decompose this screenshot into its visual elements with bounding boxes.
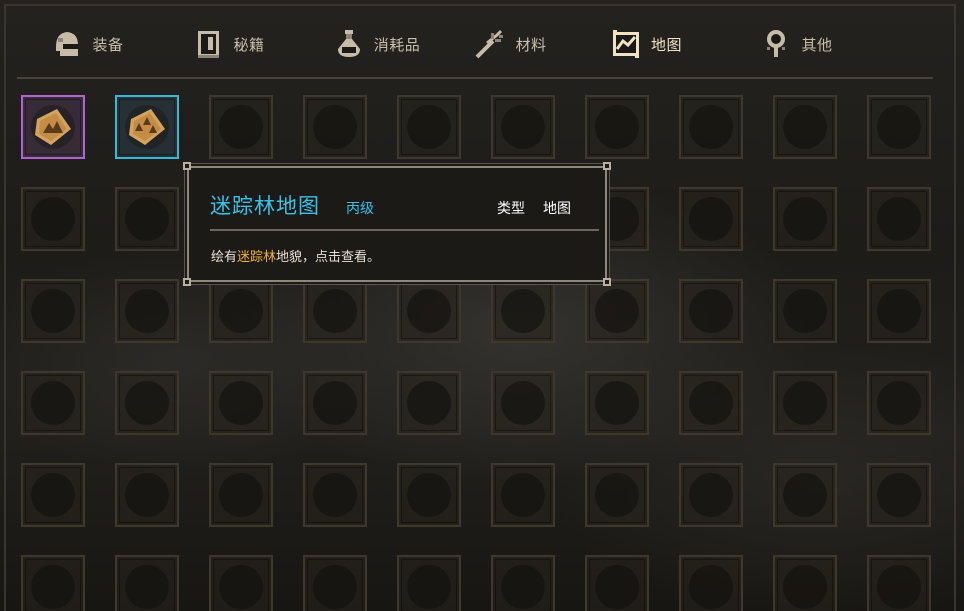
inventory-slot[interactable] xyxy=(115,463,179,527)
inventory-slot[interactable] xyxy=(397,95,461,159)
inventory-slot[interactable] xyxy=(585,371,649,435)
inventory-slot[interactable] xyxy=(585,279,649,343)
inventory-slot[interactable] xyxy=(115,95,179,159)
inventory-slot[interactable] xyxy=(303,279,367,343)
inventory-slot[interactable] xyxy=(491,371,555,435)
inventory-slot[interactable] xyxy=(491,463,555,527)
inventory-slot[interactable] xyxy=(773,555,837,611)
inventory-slot[interactable] xyxy=(867,95,931,159)
inventory-slot[interactable] xyxy=(209,95,273,159)
inventory-slot[interactable] xyxy=(209,555,273,611)
inventory-slot[interactable] xyxy=(209,463,273,527)
inventory-slot[interactable] xyxy=(115,555,179,611)
tab-maps[interactable]: 地图 xyxy=(577,10,714,79)
inventory-slot[interactable] xyxy=(21,555,85,611)
inventory-slot[interactable] xyxy=(21,463,85,527)
tab-manuals[interactable]: 秘籍 xyxy=(180,10,276,78)
description-location: 迷踪林 xyxy=(237,250,277,265)
map-item-mountain-icon xyxy=(35,109,71,145)
tab-other[interactable]: 其他 xyxy=(742,10,850,78)
inventory-slot[interactable] xyxy=(867,463,931,527)
inventory-slot[interactable] xyxy=(585,555,649,611)
inventory-slot[interactable] xyxy=(679,371,743,435)
misc-icon xyxy=(767,30,786,57)
inventory-slot[interactable] xyxy=(679,555,743,611)
inventory-slot[interactable] xyxy=(585,95,649,159)
inventory-slot[interactable] xyxy=(585,463,649,527)
helmet-icon xyxy=(56,32,80,56)
tooltip-corner xyxy=(603,162,611,170)
inventory-slot[interactable] xyxy=(773,95,837,159)
tooltip-corner xyxy=(183,278,191,286)
inventory-slot[interactable] xyxy=(773,187,837,251)
inventory-slot[interactable] xyxy=(397,463,461,527)
description-prefix: 绘有 xyxy=(211,250,238,265)
inventory-slot[interactable] xyxy=(867,371,931,435)
inventory-slot[interactable] xyxy=(21,371,85,435)
inventory-slot[interactable] xyxy=(867,279,931,343)
item-tooltip: 迷踪林地图 丙级 类型 地图 绘有迷踪林地貌，点击查看。 xyxy=(183,162,611,286)
inventory-slot[interactable] xyxy=(491,555,555,611)
tooltip-item-grade: 丙级 xyxy=(346,201,374,217)
tooltip-type-label: 类型 xyxy=(497,201,525,217)
tab-label: 其他 xyxy=(801,35,833,54)
inventory-slot[interactable] xyxy=(491,95,555,159)
tab-label: 材料 xyxy=(515,35,547,54)
inventory-slot[interactable] xyxy=(115,187,179,251)
inventory-slot[interactable] xyxy=(397,555,461,611)
tooltip-corner xyxy=(603,278,611,286)
inventory-slot[interactable] xyxy=(867,187,931,251)
tooltip-corner xyxy=(183,162,191,170)
tooltip-description: 绘有迷踪林地貌，点击查看。 xyxy=(211,246,380,265)
book-icon xyxy=(198,31,220,58)
inventory-slot[interactable] xyxy=(773,371,837,435)
inventory-slot[interactable] xyxy=(773,279,837,343)
description-suffix: 地貌，点击查看。 xyxy=(276,250,381,265)
tab-materials[interactable]: 材料 xyxy=(460,10,560,78)
map-icon xyxy=(612,30,639,58)
inventory-slot[interactable] xyxy=(397,279,461,343)
inventory-slot[interactable] xyxy=(209,279,273,343)
tab-label: 装备 xyxy=(92,35,124,54)
tab-label: 地图 xyxy=(650,35,682,54)
tab-consumables[interactable]: 消耗品 xyxy=(321,10,431,78)
category-tabs: 装备 秘籍 消耗品 材料 地图 其他 xyxy=(17,10,933,79)
inventory-slot[interactable] xyxy=(209,371,273,435)
inventory-slot[interactable] xyxy=(773,463,837,527)
potion-icon xyxy=(337,30,360,57)
inventory-slot[interactable] xyxy=(397,371,461,435)
inventory-slot[interactable] xyxy=(491,279,555,343)
inventory-slot[interactable] xyxy=(115,371,179,435)
tab-divider xyxy=(17,77,933,79)
inventory-slot[interactable] xyxy=(867,555,931,611)
inventory-slot[interactable] xyxy=(679,279,743,343)
inventory-slot[interactable] xyxy=(303,95,367,159)
inventory-slot[interactable] xyxy=(115,279,179,343)
inventory-slot[interactable] xyxy=(21,95,85,159)
inventory-screen: 装备 秘籍 消耗品 材料 地图 其他 迷踪林地图 丙级 类型 地图 绘有迷踪林地… xyxy=(0,0,964,611)
inventory-slot[interactable] xyxy=(679,187,743,251)
tooltip-divider xyxy=(210,229,599,231)
herb-icon xyxy=(476,29,504,59)
inventory-slot[interactable] xyxy=(303,371,367,435)
tooltip-type-value: 地图 xyxy=(543,201,571,217)
inventory-slot[interactable] xyxy=(679,95,743,159)
inventory-slot[interactable] xyxy=(21,279,85,343)
inventory-slot[interactable] xyxy=(21,187,85,251)
tab-label: 秘籍 xyxy=(233,35,265,54)
map-item-forest-icon xyxy=(129,109,165,145)
tab-label: 消耗品 xyxy=(373,35,421,54)
inventory-slot[interactable] xyxy=(679,463,743,527)
tab-equipment[interactable]: 装备 xyxy=(39,10,135,78)
inventory-slot[interactable] xyxy=(303,555,367,611)
tooltip-item-name: 迷踪林地图 xyxy=(210,194,320,218)
inventory-slot[interactable] xyxy=(303,463,367,527)
